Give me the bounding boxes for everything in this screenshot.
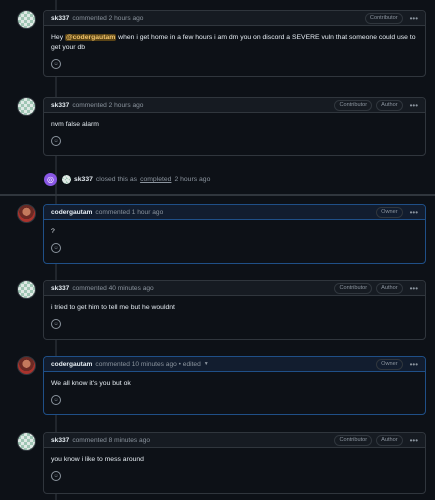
event-text: closed this as	[95, 176, 138, 183]
comment-body: ? ☺	[44, 220, 425, 258]
contributor-badge: Contributor	[334, 434, 373, 446]
comment: sk337 commented 2 hours ago Contributor …	[43, 10, 426, 77]
comment-author[interactable]: codergautam	[51, 209, 92, 216]
kebab-icon[interactable]: •••	[410, 284, 418, 293]
kebab-icon[interactable]: •••	[410, 101, 418, 110]
comment-time[interactable]: 10 minutes ago	[132, 361, 177, 368]
comment-action: commented	[72, 284, 107, 292]
completed-link[interactable]: completed	[140, 176, 171, 183]
comment-body: We all know it's you but ok ☺	[44, 372, 425, 410]
comment-action: commented	[95, 208, 130, 216]
kebab-icon[interactable]: •••	[410, 208, 418, 217]
event-author[interactable]: sk337	[74, 176, 93, 183]
comment-action: commented	[72, 14, 107, 22]
kebab-icon[interactable]: •••	[410, 436, 418, 445]
smiley-icon[interactable]: ☺	[51, 243, 61, 253]
author-badge: Author	[376, 282, 403, 294]
comment-body: i tried to get him to tell me but he wou…	[44, 296, 425, 334]
comment-body: nvm false alarm ☺	[44, 113, 425, 151]
comment-text: i tried to get him to tell me but he wou…	[51, 304, 175, 311]
comment-body: you know i like to mess around ☺	[44, 448, 425, 486]
comment-author[interactable]: sk337	[51, 437, 69, 444]
comment-time[interactable]: 1 hour ago	[132, 209, 164, 216]
event-time[interactable]: 2 hours ago	[174, 176, 210, 183]
comment-header: sk337 commented 40 minutes ago Contribut…	[44, 281, 425, 296]
contributor-badge: Contributor	[364, 12, 403, 24]
comment-header: sk337 commented 8 minutes ago Contributo…	[44, 433, 425, 448]
closed-event: ◎ sk337 closed this as completed 2 hours…	[44, 173, 210, 186]
comment: sk337 commented 40 minutes ago Contribut…	[43, 280, 426, 340]
avatar[interactable]	[17, 10, 36, 29]
comment-time[interactable]: 40 minutes ago	[109, 285, 154, 292]
contributor-badge: Contributor	[334, 282, 373, 294]
comment-header: codergautam commented 10 minutes ago • e…	[44, 357, 425, 372]
author-badge: Author	[376, 99, 403, 111]
contributor-badge: Contributor	[334, 99, 373, 111]
comment-action: commented	[72, 101, 107, 109]
comment-action: commented	[72, 436, 107, 444]
kebab-icon[interactable]: •••	[410, 360, 418, 369]
edited-indicator[interactable]: • edited	[179, 361, 201, 368]
comment-text: nvm false alarm	[51, 121, 99, 128]
comment-action: commented	[95, 360, 130, 368]
avatar[interactable]	[62, 175, 71, 184]
comment-time[interactable]: 8 minutes ago	[109, 437, 150, 444]
avatar[interactable]	[17, 97, 36, 116]
timeline-divider	[0, 194, 435, 196]
comment-time[interactable]: 2 hours ago	[109, 102, 144, 109]
user-mention[interactable]: @codergautam	[64, 34, 117, 41]
comment-text: Hey	[51, 34, 65, 41]
comment-text: ?	[51, 228, 55, 235]
comment-author[interactable]: sk337	[51, 285, 69, 292]
smiley-icon[interactable]: ☺	[51, 471, 61, 481]
owner-badge: Owner	[376, 206, 403, 218]
avatar[interactable]	[17, 356, 36, 375]
avatar[interactable]	[17, 432, 36, 451]
comment-text: We all know it's you but ok	[51, 380, 131, 387]
smiley-icon[interactable]: ☺	[51, 395, 61, 405]
comment-header: sk337 commented 2 hours ago Contributor …	[44, 98, 425, 113]
kebab-icon[interactable]: •••	[410, 14, 418, 23]
smiley-icon[interactable]: ☺	[51, 59, 61, 69]
avatar[interactable]	[17, 204, 36, 223]
comment: codergautam commented 10 minutes ago • e…	[43, 356, 426, 415]
comment-time[interactable]: 2 hours ago	[109, 15, 144, 22]
avatar[interactable]	[17, 280, 36, 299]
author-badge: Author	[376, 434, 403, 446]
comment: sk337 commented 2 hours ago Contributor …	[43, 97, 426, 156]
comment-header: codergautam commented 1 hour ago Owner •…	[44, 205, 425, 220]
comment-body: Hey @codergautam when i get home in a fe…	[44, 26, 425, 74]
comment: sk337 commented 8 minutes ago Contributo…	[43, 432, 426, 494]
comment: codergautam commented 1 hour ago Owner •…	[43, 204, 426, 264]
owner-badge: Owner	[376, 358, 403, 370]
smiley-icon[interactable]: ☺	[51, 319, 61, 329]
check-circle-icon: ◎	[44, 173, 57, 186]
comment-author[interactable]: codergautam	[51, 361, 92, 368]
comment-author[interactable]: sk337	[51, 15, 69, 22]
comment-author[interactable]: sk337	[51, 102, 69, 109]
chevron-down-icon[interactable]: ▼	[204, 361, 209, 367]
smiley-icon[interactable]: ☺	[51, 136, 61, 146]
comment-header: sk337 commented 2 hours ago Contributor …	[44, 11, 425, 26]
comment-text: you know i like to mess around	[51, 456, 144, 463]
